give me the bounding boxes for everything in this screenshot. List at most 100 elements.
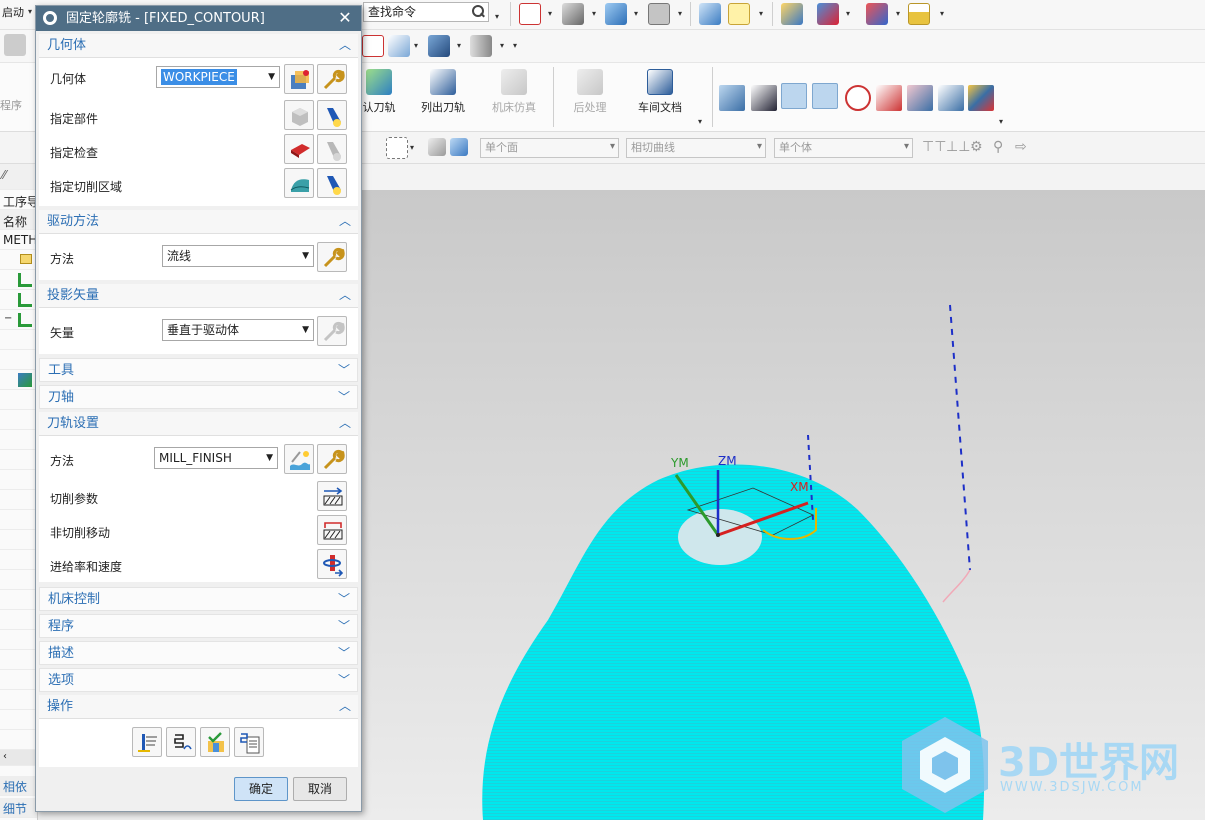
chevron-down-icon[interactable]: ﹀ <box>337 362 351 377</box>
dialog-title-bar[interactable]: 固定轮廓铣 - [FIXED_CONTOUR] ✕ <box>36 6 361 31</box>
nav-tab-details[interactable]: 细节 <box>0 798 37 818</box>
edit-drive-method-button[interactable] <box>317 242 347 272</box>
ribbon-machine-sim-button[interactable]: 机床仿真 <box>479 65 549 129</box>
tree-row[interactable] <box>0 650 37 670</box>
curve-path-icon[interactable] <box>876 85 902 111</box>
section-view-icon[interactable] <box>699 3 721 25</box>
start-menu-arrow-icon[interactable]: ▾ <box>28 7 32 16</box>
description-section-header[interactable]: 描述 ﹀ <box>39 641 358 665</box>
selection-filter-icon[interactable] <box>817 3 839 25</box>
options-section-header[interactable]: 选项 ﹀ <box>39 668 358 692</box>
render-style-dropdown-icon[interactable]: ▾ <box>592 9 596 18</box>
chevron-up-icon[interactable]: ︿ <box>338 415 352 430</box>
display-cut-area-button[interactable] <box>317 168 347 198</box>
search-command-box[interactable]: 查找命令 <box>363 2 489 22</box>
list-button[interactable] <box>234 727 264 757</box>
search-icon[interactable] <box>470 4 486 20</box>
tree-row[interactable]: − <box>0 310 37 330</box>
tool-edit-icon[interactable] <box>719 85 745 111</box>
shaded-cube-dropdown-icon[interactable]: ▾ <box>634 9 638 18</box>
selection-filter-dropdown-icon[interactable]: ▾ <box>846 9 850 18</box>
tree-row[interactable] <box>0 670 37 690</box>
body-select-icon[interactable] <box>450 138 468 156</box>
actions-section-header[interactable]: 操作 ︿ <box>39 695 358 719</box>
select-box-icon[interactable] <box>386 137 408 159</box>
snap-mid-icon[interactable]: ⊥⊥ <box>946 139 970 155</box>
cut-params-toolbar-icon[interactable] <box>781 83 807 109</box>
edit-geometry-button[interactable] <box>317 64 347 94</box>
path-settings-section-header[interactable]: 刀轨设置 ︿ <box>39 412 358 436</box>
left-partial-icon[interactable] <box>4 34 26 56</box>
curve-rule-select[interactable]: 相切曲线 <box>626 138 766 158</box>
tree-row[interactable] <box>0 270 37 290</box>
tree-row[interactable] <box>0 410 37 430</box>
tree-row[interactable] <box>0 290 37 310</box>
display-check-button[interactable] <box>317 134 347 164</box>
generate-button[interactable] <box>132 727 162 757</box>
specify-cut-area-button[interactable] <box>284 168 314 198</box>
nav-scrollbar[interactable]: ‹ <box>0 750 37 766</box>
shaded-cube-icon[interactable] <box>605 3 627 25</box>
tree-row[interactable] <box>0 570 37 590</box>
wcs-dropdown-icon[interactable]: ▾ <box>896 9 900 18</box>
drive-method-section-header[interactable]: 驱动方法 ︿ <box>39 210 358 234</box>
search-command-input[interactable]: 查找命令 <box>368 5 416 19</box>
view-orient-icon[interactable] <box>728 3 750 25</box>
tool-path-icon[interactable] <box>428 35 450 57</box>
search-dropdown-icon[interactable]: ▾ <box>495 12 499 21</box>
tree-row[interactable] <box>0 390 37 410</box>
ribbon-more-icon[interactable]: ▾ <box>698 117 702 126</box>
verify-button[interactable] <box>200 727 230 757</box>
measure-dropdown-icon[interactable]: ▾ <box>940 9 944 18</box>
curve-tool-icon[interactable] <box>388 35 410 57</box>
projection-vector-section-header[interactable]: 投影矢量 ︿ <box>39 284 358 308</box>
chevron-down-icon[interactable]: ﹀ <box>337 591 351 606</box>
edit-method-button[interactable] <box>317 444 347 474</box>
display-part-button[interactable] <box>317 100 347 130</box>
non-cut-moves-button[interactable] <box>317 515 347 545</box>
tree-row[interactable] <box>0 330 37 350</box>
snap-center-icon[interactable] <box>362 35 384 57</box>
body-rule-select[interactable]: 单个体 <box>774 138 913 158</box>
tree-row[interactable] <box>0 370 37 390</box>
tree-row[interactable] <box>0 710 37 730</box>
machine-control-section-header[interactable]: 机床控制 ﹀ <box>39 587 358 611</box>
nav-col-name[interactable]: 名称 <box>3 213 27 230</box>
path-replay-icon[interactable] <box>751 85 777 111</box>
chevron-up-icon[interactable]: ︿ <box>338 698 352 713</box>
tree-row[interactable] <box>0 490 37 510</box>
tool-holder-icon[interactable] <box>470 35 492 57</box>
ribbon-list-path-button[interactable]: 列出刀轨 <box>408 65 478 129</box>
non-cut-moves-toolbar-icon[interactable] <box>812 83 838 109</box>
tree-row[interactable] <box>0 470 37 490</box>
tree-row[interactable] <box>0 550 37 570</box>
background-color-icon[interactable] <box>648 3 670 25</box>
path-method-select[interactable]: MILL_FINISH ▼ <box>154 447 278 469</box>
chevron-up-icon[interactable]: ︿ <box>338 213 352 228</box>
tree-row[interactable] <box>0 530 37 550</box>
color-display-icon[interactable] <box>968 85 994 111</box>
view-orient-dropdown-icon[interactable]: ▾ <box>759 9 763 18</box>
chevron-up-icon[interactable]: ︿ <box>338 287 352 302</box>
specify-check-button[interactable] <box>284 134 314 164</box>
tool-path-dropdown-icon[interactable]: ▾ <box>457 41 461 50</box>
specify-part-button[interactable] <box>284 100 314 130</box>
chevron-down-icon[interactable]: ﹀ <box>337 645 351 660</box>
edit-vector-button[interactable] <box>317 316 347 346</box>
render-style-icon[interactable] <box>562 3 584 25</box>
new-method-button[interactable] <box>284 444 314 474</box>
background-dropdown-icon[interactable]: ▾ <box>678 9 682 18</box>
drive-method-select[interactable]: 流线 ▼ <box>162 245 314 267</box>
ribbon-shop-doc-button[interactable]: 车间文档 <box>625 65 695 129</box>
replay-button[interactable] <box>166 727 196 757</box>
measure-icon[interactable] <box>908 3 930 25</box>
program-section-header[interactable]: 程序 ﹀ <box>39 614 358 638</box>
cut-params-button[interactable] <box>317 481 347 511</box>
geometry-section-header[interactable]: 几何体 ︿ <box>39 34 358 58</box>
vector-select[interactable]: 垂直于驱动体 ▼ <box>162 319 314 341</box>
tree-structure-icon[interactable] <box>938 85 964 111</box>
chevron-down-icon[interactable]: ﹀ <box>337 672 351 687</box>
assembly-icon[interactable]: ⚙ <box>970 139 983 155</box>
chevron-down-icon[interactable]: ﹀ <box>337 389 351 404</box>
tree-row[interactable] <box>0 510 37 530</box>
